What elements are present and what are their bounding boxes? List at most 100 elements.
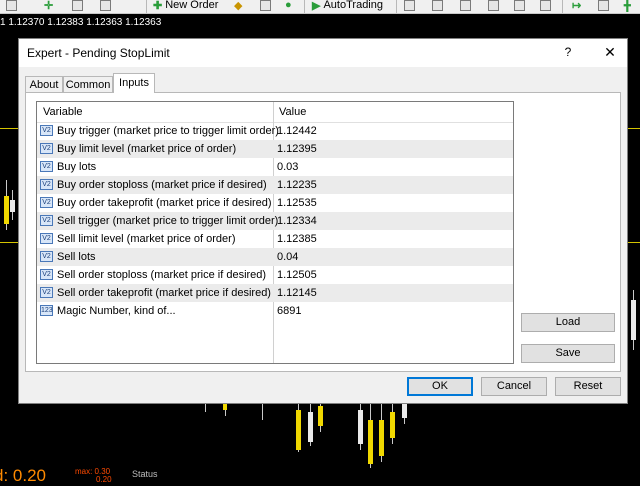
toolbar-separator [304, 0, 305, 13]
input-name: Sell lots [57, 251, 96, 263]
grid-header: Variable Value [37, 102, 513, 123]
double-type-icon: V2 [40, 125, 53, 136]
tile-icon[interactable] [540, 0, 551, 11]
candle [308, 412, 313, 442]
input-value[interactable]: 1.12334 [277, 215, 317, 227]
input-row[interactable]: V2 Buy limit level (market price of orde… [37, 140, 513, 158]
candle [10, 200, 15, 212]
double-type-icon: V2 [40, 143, 53, 154]
new-order-button[interactable]: ✚ New Order [153, 0, 218, 12]
candle-wick [262, 402, 263, 420]
candle [631, 300, 636, 340]
input-row[interactable]: V2 Sell lots 0.04 [37, 248, 513, 266]
input-value[interactable]: 1.12385 [277, 233, 317, 245]
bar-chart-icon[interactable] [404, 0, 415, 11]
double-type-icon: V2 [40, 161, 53, 172]
candle [358, 410, 363, 444]
help-button[interactable]: ? [557, 45, 579, 61]
chart-shift-icon[interactable] [598, 0, 609, 11]
close-button[interactable]: ✕ [599, 44, 621, 60]
input-value[interactable]: 1.12235 [277, 179, 317, 191]
input-row[interactable]: V2 Sell order takeprofit (market price i… [37, 284, 513, 302]
double-type-icon: V2 [40, 251, 53, 262]
line-chart-icon[interactable] [460, 0, 471, 11]
toolbar-separator [146, 0, 147, 13]
input-name: Sell trigger (market price to trigger li… [57, 215, 279, 227]
tab-about[interactable]: About [25, 76, 63, 92]
candle [368, 420, 373, 464]
autoscroll-icon[interactable]: ↦ [572, 0, 581, 12]
input-row[interactable]: 123 Magic Number, kind of... 6891 [37, 302, 513, 320]
price-level-line [628, 242, 640, 243]
load-button[interactable]: Load [521, 313, 615, 332]
inputs-panel: Variable Value V2 Buy trigger (market pr… [25, 92, 621, 372]
candle [390, 412, 395, 438]
input-name: Buy limit level (market price of order) [57, 143, 237, 155]
price-level-line [628, 128, 640, 129]
candle [379, 420, 384, 456]
input-row[interactable]: V2 Sell limit level (market price of ord… [37, 230, 513, 248]
input-value[interactable]: 1.12442 [277, 125, 317, 137]
inputs-grid: Variable Value V2 Buy trigger (market pr… [36, 101, 514, 364]
input-row[interactable]: V2 Sell order stoploss (market price if … [37, 266, 513, 284]
zoom-in-icon[interactable] [488, 0, 499, 11]
input-value[interactable]: 1.12145 [277, 287, 317, 299]
indicators-icon[interactable]: ╋ [624, 0, 631, 12]
input-row[interactable]: V2 Buy lots 0.03 [37, 158, 513, 176]
input-name: Sell limit level (market price of order) [57, 233, 236, 245]
input-value[interactable]: 1.12505 [277, 269, 317, 281]
input-row[interactable]: V2 Sell trigger (market price to trigger… [37, 212, 513, 230]
input-name: Magic Number, kind of... [57, 305, 176, 317]
template-icon[interactable] [100, 0, 111, 11]
input-row[interactable]: V2 Buy order stoploss (market price if d… [37, 176, 513, 194]
autotrading-button[interactable]: ▶ AutoTrading [312, 0, 383, 12]
input-value[interactable]: 1.12535 [277, 197, 317, 209]
save-button[interactable]: Save [521, 344, 615, 363]
double-type-icon: V2 [40, 233, 53, 244]
double-type-icon: V2 [40, 179, 53, 190]
candle [4, 196, 9, 224]
zoom-icon[interactable] [72, 0, 83, 11]
tab-common[interactable]: Common [63, 76, 113, 92]
ok-button[interactable]: OK [407, 377, 473, 396]
double-type-icon: V2 [40, 197, 53, 208]
status-label: Status [132, 469, 158, 479]
terminal-icon[interactable] [260, 0, 271, 11]
input-row[interactable]: V2 Buy order takeprofit (market price if… [37, 194, 513, 212]
reset-button[interactable]: Reset [555, 377, 621, 396]
candle [296, 410, 301, 450]
tab-inputs[interactable]: Inputs [113, 73, 155, 93]
double-type-icon: V2 [40, 215, 53, 226]
chart-quote: 1 1.12370 1.12383 1.12363 1.12363 [0, 17, 162, 28]
main-toolbar: ✛ ✚ New Order ◆ ● ▶ AutoTrading ↦ ╋ [0, 0, 640, 14]
input-value[interactable]: 0.04 [277, 251, 298, 263]
input-name: Buy lots [57, 161, 97, 173]
dialog-title: Expert - Pending StopLimit [27, 46, 170, 60]
candle-chart-icon[interactable] [432, 0, 443, 11]
input-value[interactable]: 6891 [277, 305, 301, 317]
metaeditor-icon[interactable]: ◆ [234, 0, 242, 12]
cancel-button[interactable]: Cancel [481, 377, 547, 396]
input-name: Sell order takeprofit (market price if d… [57, 287, 271, 299]
autotrading-label: AutoTrading [323, 0, 383, 11]
crosshair-icon[interactable]: ✛ [44, 0, 53, 12]
price-level-line [0, 128, 18, 129]
input-name: Sell order stoploss (market price if des… [57, 269, 267, 281]
input-name: Buy order stoploss (market price if desi… [57, 179, 267, 191]
zoom-out-icon[interactable] [514, 0, 525, 11]
column-header-value[interactable]: Value [279, 106, 306, 118]
dialog-titlebar[interactable]: Expert - Pending StopLimit ? ✕ [19, 39, 627, 67]
candle [318, 406, 323, 426]
toolbar-chart-icon[interactable] [6, 0, 17, 11]
toolbar-separator [396, 0, 397, 13]
input-value[interactable]: 0.03 [277, 161, 298, 173]
candle [223, 404, 227, 410]
column-header-variable[interactable]: Variable [43, 106, 83, 118]
input-row[interactable]: V2 Buy trigger (market price to trigger … [37, 122, 513, 140]
candle [402, 404, 407, 418]
strategy-tester-icon[interactable]: ● [285, 0, 292, 12]
plus-icon: ✚ [153, 0, 163, 12]
double-type-icon: V2 [40, 269, 53, 280]
toolbar-separator [562, 0, 563, 13]
input-value[interactable]: 1.12395 [277, 143, 317, 155]
